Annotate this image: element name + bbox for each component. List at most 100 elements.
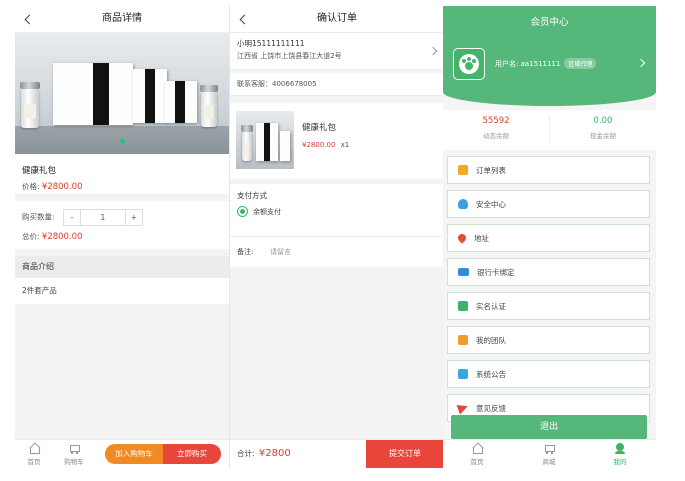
order-item-name: 健康礼包	[302, 123, 337, 133]
feedback-icon	[456, 401, 470, 415]
address-card[interactable]: 小明15111111111 江西省 上饶市上饶县春江大道2号	[230, 33, 444, 70]
order-item-image	[236, 111, 294, 169]
menu-item-security[interactable]: 安全中心	[447, 190, 650, 218]
member-level-badge: 区域代理	[564, 58, 597, 69]
menu-item-team[interactable]: 我的团队	[447, 326, 650, 354]
tab-cart[interactable]: 购物车	[57, 443, 91, 466]
avatar[interactable]	[453, 48, 485, 80]
home-icon	[471, 443, 483, 454]
product-name: 健康礼包	[22, 166, 57, 176]
order-item: 健康礼包 ¥2800.00 x1	[230, 103, 444, 179]
menu-item-label: 银行卡绑定	[477, 267, 515, 277]
back-icon[interactable]	[238, 6, 250, 32]
gift-box-image	[53, 63, 133, 125]
remark-row: 备注: 请留言	[230, 237, 444, 267]
product-detail-screen: 商品详情 健康礼包 价格: ¥2800.00 购买数量: - 1 + 总价: ¥…	[15, 6, 229, 468]
member-center-screen: 会员中心 用户名: aa1511111 区域代理 55592 动态余额 0.00…	[443, 6, 656, 468]
home-icon	[28, 443, 40, 454]
remark-input[interactable]: 请留言	[270, 247, 291, 257]
tab-mine[interactable]: 我的	[603, 443, 637, 466]
team-icon	[458, 335, 468, 345]
member-tab-bar: 首页 商城 我的	[443, 439, 656, 468]
page-title: 会员中心	[530, 17, 569, 28]
balance-value: 55592	[482, 116, 510, 126]
intro-text: 2件套产品	[15, 278, 229, 304]
cloud-icon	[458, 199, 468, 209]
balance-label: 动态余额	[483, 132, 509, 140]
user-icon	[614, 443, 626, 454]
total-value: ¥2800.00	[41, 232, 83, 242]
payment-section: 支付方式 余额支付	[230, 184, 444, 237]
cart-icon	[68, 443, 80, 454]
menu-item-label: 我的团队	[476, 335, 506, 345]
price-label: 价格:	[22, 182, 40, 191]
cart-icon	[543, 443, 555, 454]
minus-button[interactable]: -	[64, 210, 80, 225]
carousel-dot[interactable]	[119, 139, 125, 144]
tab-cart-label: 购物车	[64, 458, 84, 466]
menu-item-orders[interactable]: 订单列表	[447, 156, 650, 184]
menu-item-address[interactable]: 地址	[447, 224, 650, 252]
cash-value: 0.00	[593, 116, 613, 126]
radio-selected-icon[interactable]	[237, 206, 248, 217]
tab-home-label: 首页	[27, 458, 41, 466]
tab-mall[interactable]: 商城	[532, 443, 566, 466]
confirm-order-screen: 确认订单 小明15111111111 江西省 上饶市上饶县春江大道2号 联系客服…	[229, 6, 444, 468]
order-bottom-bar: 合计: ¥2800 提交订单	[230, 439, 444, 468]
product-jar-image	[200, 85, 218, 127]
member-menu: 订单列表 安全中心 地址 银行卡绑定 实名认证 我的团队 系统公告 意见反馈	[443, 156, 656, 422]
menu-item-verification[interactable]: 实名认证	[447, 292, 650, 320]
member-header: 会员中心 用户名: aa1511111 区域代理	[443, 6, 656, 106]
card-icon	[458, 268, 469, 276]
add-to-cart-button[interactable]: 加入购物车	[105, 444, 163, 464]
customer-service[interactable]: 联系客服：4006678005	[230, 73, 444, 96]
tab-home[interactable]: 首页	[460, 443, 494, 466]
order-icon	[458, 165, 468, 175]
plus-button[interactable]: +	[126, 210, 142, 225]
menu-item-label: 系统公告	[476, 369, 506, 379]
tab-mall-label: 商城	[542, 458, 556, 466]
intro-title: 商品介绍	[15, 256, 229, 278]
order-total-label: 合计:	[237, 449, 255, 458]
gift-box-small-image	[133, 69, 167, 123]
gift-box-tiny-image	[165, 81, 197, 123]
address-text: 江西省 上饶市上饶县春江大道2号	[237, 52, 342, 60]
product-bottom-bar: 首页 购物车 加入购物车 立即购买	[15, 439, 229, 468]
payment-option-label: 余额支付	[253, 207, 281, 216]
order-total-value: ¥2800	[258, 448, 291, 459]
total-label: 总价:	[22, 232, 40, 241]
product-jar-image	[20, 82, 40, 128]
tab-home[interactable]: 首页	[17, 443, 51, 466]
quantity-input[interactable]: 1	[79, 210, 126, 225]
quantity-stepper: - 1 +	[62, 209, 143, 226]
page-title: 商品详情	[102, 13, 142, 24]
tab-home-label: 首页	[470, 458, 484, 466]
menu-item-label: 实名认证	[476, 301, 506, 311]
page-title: 确认订单	[317, 13, 357, 24]
username: 用户名: aa1511111	[495, 59, 561, 68]
submit-order-button[interactable]: 提交订单	[366, 440, 444, 468]
chevron-right-icon[interactable]	[636, 58, 646, 68]
menu-item-label: 安全中心	[476, 199, 506, 209]
payment-title: 支付方式	[237, 191, 267, 200]
qty-label: 购买数量:	[22, 212, 55, 222]
cash-label: 现金余额	[590, 132, 616, 140]
order-header: 确认订单	[230, 6, 444, 33]
menu-item-label: 订单列表	[476, 165, 506, 175]
notice-icon	[458, 369, 468, 379]
tab-mine-label: 我的	[613, 458, 627, 466]
product-image-carousel[interactable]	[15, 33, 229, 154]
product-header: 商品详情	[15, 6, 229, 33]
recipient-name: 小明15111111111	[237, 39, 305, 48]
order-item-price: ¥2800.00	[302, 141, 336, 149]
id-icon	[458, 301, 468, 311]
payment-option-balance[interactable]: 余额支付	[237, 206, 281, 217]
menu-item-notice[interactable]: 系统公告	[447, 360, 650, 388]
menu-item-label: 地址	[474, 233, 489, 243]
paw-logo-icon	[459, 54, 479, 74]
menu-item-bank-card[interactable]: 银行卡绑定	[447, 258, 650, 286]
balance-panel: 55592 动态余额 0.00 现金余额	[443, 110, 656, 150]
back-icon[interactable]	[23, 6, 35, 32]
buy-now-button[interactable]: 立即购买	[163, 444, 221, 464]
logout-button[interactable]: 退出	[451, 415, 647, 439]
